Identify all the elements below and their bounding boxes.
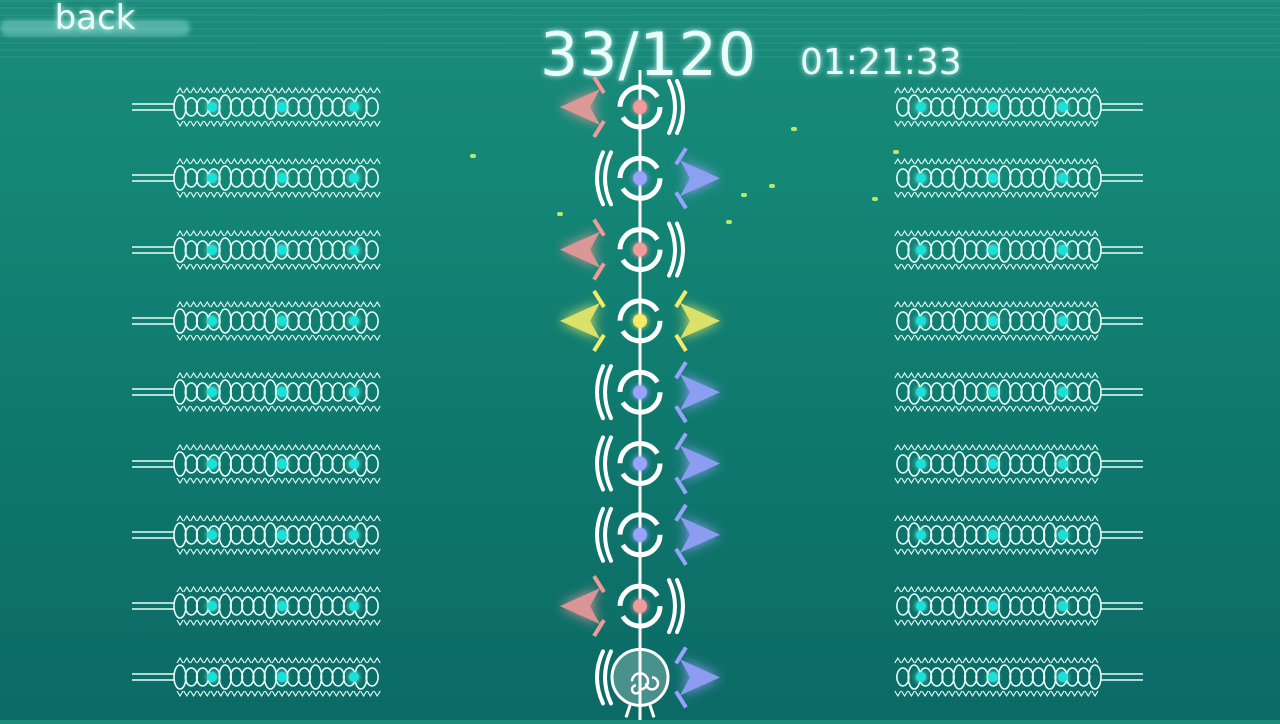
right-arrow-icon — [680, 302, 720, 339]
node-core-dot — [633, 171, 647, 186]
right-arrow-wing — [674, 503, 688, 566]
right-chain-row — [893, 444, 1143, 484]
puzzle-row[interactable] — [595, 503, 720, 566]
left-arrow-wing — [592, 75, 606, 139]
puzzle-row[interactable] — [595, 147, 720, 210]
right-chain-row — [893, 230, 1143, 270]
node-core-dot — [633, 599, 647, 614]
node-core-dot — [633, 100, 647, 114]
left-arrow-icon — [560, 302, 600, 339]
player-character-icon — [610, 647, 670, 707]
node-core-dot — [633, 385, 647, 400]
right-chain-row — [893, 301, 1143, 341]
puzzle-row[interactable] — [560, 289, 720, 352]
left-arrow-wing — [592, 218, 606, 281]
particle — [791, 127, 797, 131]
back-button-label: back — [54, 0, 136, 38]
puzzle-row[interactable] — [595, 432, 720, 495]
right-arrow-icon — [680, 659, 720, 696]
row-bracket — [667, 221, 685, 278]
right-chain-row — [893, 657, 1143, 697]
row-bracket — [595, 364, 613, 421]
left-arrow-wing — [592, 289, 606, 352]
left-arrow-wing — [592, 575, 606, 638]
right-arrow-wing — [674, 147, 688, 210]
particle — [557, 212, 563, 216]
left-arrow-icon — [560, 89, 600, 125]
right-chain-row — [893, 372, 1143, 412]
particle — [726, 220, 732, 224]
row-bracket — [667, 578, 685, 635]
puzzle-row[interactable] — [560, 75, 685, 139]
right-arrow-wing — [674, 646, 688, 709]
particle — [741, 193, 747, 197]
right-arrow-icon — [680, 374, 720, 411]
particle — [769, 184, 775, 188]
timer: 01:21:33 — [800, 42, 962, 83]
right-arrow-wing — [674, 432, 688, 495]
particle — [893, 150, 899, 154]
row-bracket — [595, 150, 613, 207]
puzzle-row[interactable] — [595, 361, 720, 424]
right-arrow-wing — [674, 289, 688, 352]
left-chain-row — [132, 515, 382, 555]
left-arrow-icon — [560, 231, 600, 268]
node-core-dot — [633, 527, 647, 542]
right-arrow-icon — [680, 516, 720, 553]
left-chain-row — [132, 586, 382, 626]
right-chain-row — [893, 158, 1143, 198]
right-chain-row — [893, 586, 1143, 626]
puzzle-row[interactable] — [560, 575, 685, 638]
left-chain-row — [132, 230, 382, 270]
left-chain-row — [132, 444, 382, 484]
row-bracket — [595, 506, 613, 563]
left-chain-row — [132, 87, 382, 127]
right-arrow-wing — [674, 361, 688, 424]
node-core-dot — [633, 313, 647, 328]
puzzle-svg — [560, 70, 720, 720]
right-chain-row — [893, 87, 1143, 127]
row-bracket — [595, 649, 613, 706]
node-core-dot — [633, 242, 647, 257]
row-bracket — [595, 435, 613, 492]
puzzle-row[interactable] — [560, 218, 685, 281]
node-core-dot — [633, 456, 647, 471]
row-bracket — [667, 79, 685, 135]
left-chain-row — [132, 372, 382, 412]
right-arrow-icon — [680, 445, 720, 482]
particle — [872, 197, 878, 201]
puzzle-row[interactable] — [595, 646, 720, 718]
puzzle-column[interactable] — [555, 70, 725, 720]
particle — [470, 154, 476, 158]
left-chain-row — [132, 657, 382, 697]
left-chain-row — [132, 301, 382, 341]
left-chain-row — [132, 158, 382, 198]
right-chain-row — [893, 515, 1143, 555]
left-arrow-icon — [560, 588, 600, 625]
back-button[interactable]: back — [0, 0, 190, 40]
right-arrow-icon — [680, 160, 720, 197]
